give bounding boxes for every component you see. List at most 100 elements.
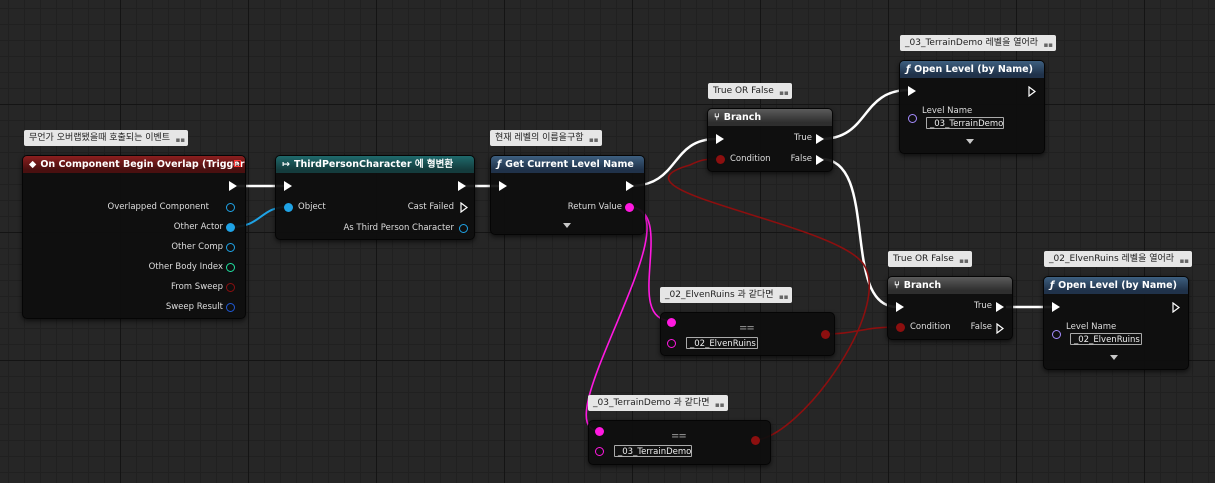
- comment-text: _03_TerrainDemo 레벨을 열어라: [905, 38, 1039, 48]
- level-name-input[interactable]: _03_TerrainDemo: [926, 117, 1004, 129]
- node-header: ⑂ Branch: [708, 109, 832, 126]
- get-current-level-name-node[interactable]: ƒ Get Current Level Name Return Value: [490, 155, 645, 235]
- pin-label-condition: Condition: [730, 154, 771, 164]
- comment-event[interactable]: 무언가 오버랩됐을때 호출되는 이벤트 ▪▪: [24, 130, 189, 146]
- node-title: Branch: [723, 112, 762, 123]
- string-a-pin[interactable]: [667, 318, 676, 327]
- object-pin[interactable]: [284, 203, 293, 212]
- level-name-input[interactable]: _02_ElvenRuins: [1070, 333, 1142, 345]
- condition-pin[interactable]: [896, 323, 905, 332]
- as-character-pin[interactable]: [459, 224, 468, 233]
- comment-branch1[interactable]: True OR False ▪▪: [708, 83, 792, 99]
- expand-arrow-icon[interactable]: [563, 223, 571, 228]
- function-icon: ƒ: [906, 64, 911, 75]
- exec-out-pin[interactable]: [626, 181, 634, 191]
- equal-node-terrain[interactable]: == _03_TerrainDemo: [588, 420, 771, 465]
- pin-label-return-value: Return Value: [567, 202, 622, 212]
- node-header: ↦ ThirdPersonCharacter 에 형변환: [276, 156, 474, 173]
- node-title: Get Current Level Name: [505, 159, 634, 170]
- string-a-pin[interactable]: [595, 427, 604, 436]
- compare-value-input[interactable]: _02_ElvenRuins: [686, 337, 758, 349]
- exec-in-pin[interactable]: [908, 86, 916, 96]
- expand-arrow-icon[interactable]: [1110, 355, 1118, 360]
- exec-in-pin[interactable]: [1052, 302, 1060, 312]
- comment-equal-terrain[interactable]: _03_TerrainDemo 과 같다면 ▪▪: [588, 395, 728, 411]
- equal-node-elven[interactable]: == _02_ElvenRuins: [660, 312, 835, 356]
- exec-out-pin[interactable]: [1028, 86, 1036, 97]
- comment-bubble-icon: ▪▪: [779, 89, 789, 97]
- bool-out-pin[interactable]: [751, 436, 760, 445]
- pin-label-as-character: As Third Person Character: [343, 223, 454, 233]
- pin-label-false: False: [790, 154, 812, 164]
- delegate-pin-icon[interactable]: [234, 160, 241, 167]
- equal-operator-label: ==: [739, 323, 755, 334]
- other-comp-pin[interactable]: [226, 243, 235, 252]
- node-header: ⑂ Branch: [888, 277, 1012, 294]
- comment-text: True OR False: [713, 86, 774, 96]
- level-name-pin[interactable]: [1052, 330, 1061, 339]
- pin-label-overlapped-component: Overlapped Component: [107, 202, 209, 212]
- pin-label-object: Object: [298, 202, 326, 212]
- false-exec-pin[interactable]: [816, 155, 824, 165]
- false-exec-pin[interactable]: [996, 323, 1004, 334]
- comment-equal-elven[interactable]: _02_ElvenRuins 과 같다면 ▪▪: [660, 287, 792, 303]
- branch-node-2[interactable]: ⑂ Branch True Condition False: [887, 276, 1013, 340]
- bool-out-pin[interactable]: [821, 330, 830, 339]
- node-title: Branch: [903, 280, 942, 291]
- true-exec-pin[interactable]: [816, 134, 824, 144]
- return-value-pin[interactable]: [625, 203, 634, 212]
- function-icon: ƒ: [1050, 280, 1055, 291]
- pin-label-false: False: [970, 322, 992, 332]
- comment-branch2[interactable]: True OR False ▪▪: [888, 251, 972, 267]
- sweep-result-pin[interactable]: [226, 303, 235, 312]
- comment-bubble-icon: ▪▪: [589, 136, 599, 144]
- comment-get-level[interactable]: 현재 레벨의 이름을구함 ▪▪: [490, 130, 602, 146]
- comment-bubble-icon: ▪▪: [175, 136, 186, 144]
- exec-in-pin[interactable]: [896, 302, 904, 312]
- pin-label-other-body-index: Other Body Index: [148, 262, 223, 272]
- pin-label-level-name: Level Name: [1066, 322, 1117, 332]
- pin-label-level-name: Level Name: [922, 106, 973, 116]
- node-header: ƒ Open Level (by Name): [1044, 277, 1188, 294]
- compare-value-input[interactable]: _03_TerrainDemo: [614, 445, 692, 457]
- exec-out-pin[interactable]: [1172, 302, 1180, 313]
- exec-wire-branch1-false-to-branch2: [820, 157, 898, 309]
- open-level-node-terrain[interactable]: ƒ Open Level (by Name) Level Name _03_Ter…: [899, 60, 1045, 154]
- exec-in-pin[interactable]: [284, 181, 292, 191]
- comment-open-terrain[interactable]: _03_TerrainDemo 레벨을 열어라 ▪▪: [900, 35, 1057, 51]
- exec-out-pin[interactable]: [458, 181, 466, 191]
- cast-failed-exec-pin[interactable]: [460, 202, 468, 213]
- other-body-index-pin[interactable]: [226, 263, 235, 272]
- comment-text: _03_TerrainDemo 과 같다면: [593, 398, 710, 408]
- comment-text: 현재 레벨의 이름을구함: [495, 133, 584, 143]
- exec-in-pin[interactable]: [716, 134, 724, 144]
- comment-open-elven[interactable]: _02_ElvenRuins 레벨을 열어라 ▪▪: [1044, 251, 1193, 267]
- level-name-pin[interactable]: [908, 114, 917, 123]
- cast-node-third-person[interactable]: ↦ ThirdPersonCharacter 에 형변환 Object Cast …: [275, 155, 475, 240]
- node-title: Open Level (by Name): [914, 64, 1033, 75]
- overlapped-component-pin[interactable]: [226, 203, 235, 212]
- comment-bubble-icon: ▪▪: [959, 257, 969, 265]
- event-node-begin-overlap[interactable]: ◆ On Component Begin Overlap (Trigger) Ov…: [22, 155, 246, 319]
- exec-wire-branch1-true-to-open1: [820, 88, 910, 141]
- branch-node-1[interactable]: ⑂ Branch True Condition False: [707, 108, 833, 172]
- function-icon: ƒ: [497, 159, 502, 170]
- comment-text: True OR False: [893, 254, 954, 264]
- exec-in-pin[interactable]: [499, 181, 507, 191]
- pin-label-condition: Condition: [910, 322, 951, 332]
- string-b-pin[interactable]: [667, 339, 676, 348]
- node-header: ƒ Get Current Level Name: [491, 156, 644, 173]
- pin-label-other-actor: Other Actor: [173, 222, 223, 232]
- string-b-pin[interactable]: [595, 447, 604, 456]
- other-actor-pin[interactable]: [226, 223, 235, 232]
- true-exec-pin[interactable]: [996, 302, 1004, 312]
- from-sweep-pin[interactable]: [226, 283, 235, 292]
- open-level-node-elven[interactable]: ƒ Open Level (by Name) Level Name _02_Elv…: [1043, 276, 1189, 370]
- exec-out-pin[interactable]: [229, 181, 237, 191]
- condition-pin[interactable]: [716, 155, 725, 164]
- comment-text: _02_ElvenRuins 레벨을 열어라: [1049, 254, 1175, 264]
- expand-arrow-icon[interactable]: [966, 139, 974, 144]
- node-header: ◆ On Component Begin Overlap (Trigger): [23, 156, 245, 173]
- pin-label-other-comp: Other Comp: [171, 242, 223, 252]
- node-title: On Component Begin Overlap (Trigger): [40, 159, 245, 170]
